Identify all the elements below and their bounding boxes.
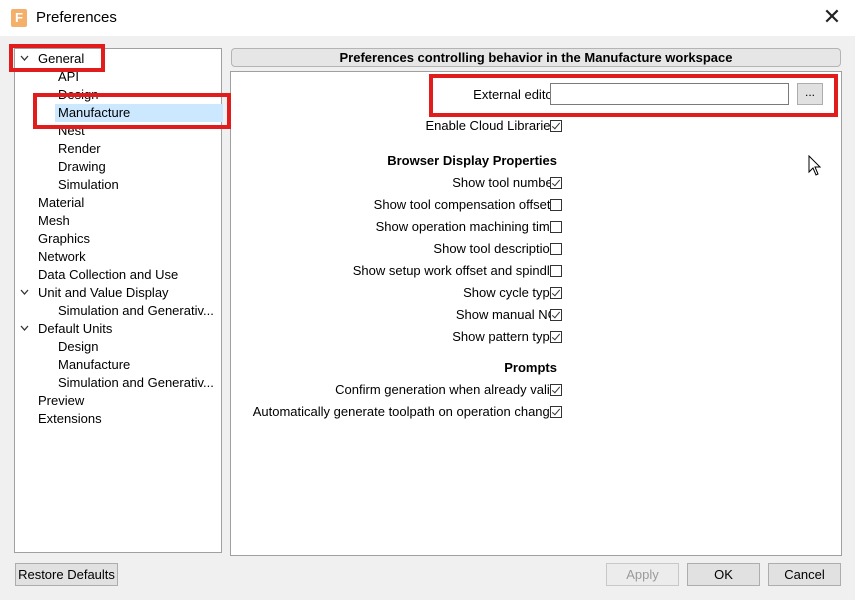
tree-item-unit-value-display[interactable]: Unit and Value Display <box>15 284 221 302</box>
option-label: Show pattern type <box>452 329 557 344</box>
show-tool-description-checkbox[interactable] <box>550 243 562 255</box>
chevron-down-icon[interactable] <box>20 284 30 302</box>
option-label: Show tool description <box>433 241 557 256</box>
tree-item-graphics[interactable]: Graphics <box>15 230 221 248</box>
mouse-cursor-icon <box>808 155 822 176</box>
tree-item-label: Graphics <box>38 231 91 246</box>
tree-item-label: Default Units <box>38 321 113 336</box>
chevron-down-icon[interactable] <box>20 320 30 338</box>
panel-header: Preferences controlling behavior in the … <box>231 48 841 67</box>
tree-item-label: Material <box>38 195 85 210</box>
prompts-heading: Prompts <box>504 360 557 375</box>
fusion-app-icon: F <box>11 9 27 27</box>
tree-item-extensions[interactable]: Extensions <box>15 410 221 428</box>
tree-item-label: Extensions <box>38 411 102 426</box>
option-label: Show operation machining time <box>375 219 557 234</box>
highlight-box-manufacture <box>33 93 231 129</box>
highlight-box-general <box>9 44 105 72</box>
tree-item-label: Drawing <box>58 159 106 174</box>
tree-item-label: Simulation and Generativ... <box>58 303 214 318</box>
auto-generate-toolpath-checkbox[interactable] <box>550 406 562 418</box>
cancel-button[interactable]: Cancel <box>768 563 841 586</box>
show-tool-number-checkbox[interactable] <box>550 177 562 189</box>
tree-item-label: Simulation and Generativ... <box>58 375 214 390</box>
title-bar: F Preferences ✕ <box>0 0 855 36</box>
option-label: Confirm generation when already valid <box>335 382 557 397</box>
show-manual-nc-checkbox[interactable] <box>550 309 562 321</box>
tree-item-label: Network <box>38 249 86 264</box>
tree-item-preview[interactable]: Preview <box>15 392 221 410</box>
cloud-libraries-label: Enable Cloud Libraries <box>425 118 557 133</box>
option-label: Automatically generate toolpath on opera… <box>252 404 557 419</box>
cloud-libraries-checkbox[interactable] <box>550 120 562 132</box>
show-pattern-type-checkbox[interactable] <box>550 331 562 343</box>
tree-item-label: Preview <box>38 393 85 408</box>
show-tool-compensation-checkbox[interactable] <box>550 199 562 211</box>
highlight-box-external-editor <box>429 74 838 117</box>
confirm-generation-checkbox[interactable] <box>550 384 562 396</box>
tree-item-label: Mesh <box>38 213 70 228</box>
show-machining-time-checkbox[interactable] <box>550 221 562 233</box>
tree-item-material[interactable]: Material <box>15 194 221 212</box>
ok-button[interactable]: OK <box>687 563 760 586</box>
close-icon[interactable]: ✕ <box>818 3 846 31</box>
option-label: Show setup work offset and spindle <box>352 263 557 278</box>
tree-item-drawing[interactable]: Drawing <box>15 158 221 176</box>
browser-display-heading: Browser Display Properties <box>387 153 557 168</box>
tree-item-data-collection[interactable]: Data Collection and Use <box>15 266 221 284</box>
tree-item-label: Unit and Value Display <box>38 285 169 300</box>
tree-item-label: Simulation <box>58 177 119 192</box>
option-label: Show tool number <box>452 175 557 190</box>
show-setup-offset-checkbox[interactable] <box>550 265 562 277</box>
tree-item-units-design[interactable]: Design <box>15 338 221 356</box>
option-label: Show tool compensation offsets <box>373 197 557 212</box>
option-label: Show manual NC <box>455 307 557 322</box>
tree-item-label: Design <box>58 339 99 354</box>
tree-item-label: Manufacture <box>58 357 131 372</box>
tree-item-simulation[interactable]: Simulation <box>15 176 221 194</box>
tree-item-units-manufacture[interactable]: Manufacture <box>15 356 221 374</box>
tree-item-network[interactable]: Network <box>15 248 221 266</box>
tree-item-units-simulation-generative[interactable]: Simulation and Generativ... <box>15 374 221 392</box>
tree-item-mesh[interactable]: Mesh <box>15 212 221 230</box>
tree-item-unit-simulation-generative[interactable]: Simulation and Generativ... <box>15 302 221 320</box>
tree-item-label: Render <box>58 141 101 156</box>
option-label: Show cycle type <box>463 285 557 300</box>
tree-item-render[interactable]: Render <box>15 140 221 158</box>
apply-button[interactable]: Apply <box>606 563 679 586</box>
window-title: Preferences <box>36 9 117 26</box>
tree-item-default-units[interactable]: Default Units <box>15 320 221 338</box>
show-cycle-type-checkbox[interactable] <box>550 287 562 299</box>
tree-item-label: Data Collection and Use <box>38 267 179 282</box>
restore-defaults-button[interactable]: Restore Defaults <box>15 563 118 586</box>
